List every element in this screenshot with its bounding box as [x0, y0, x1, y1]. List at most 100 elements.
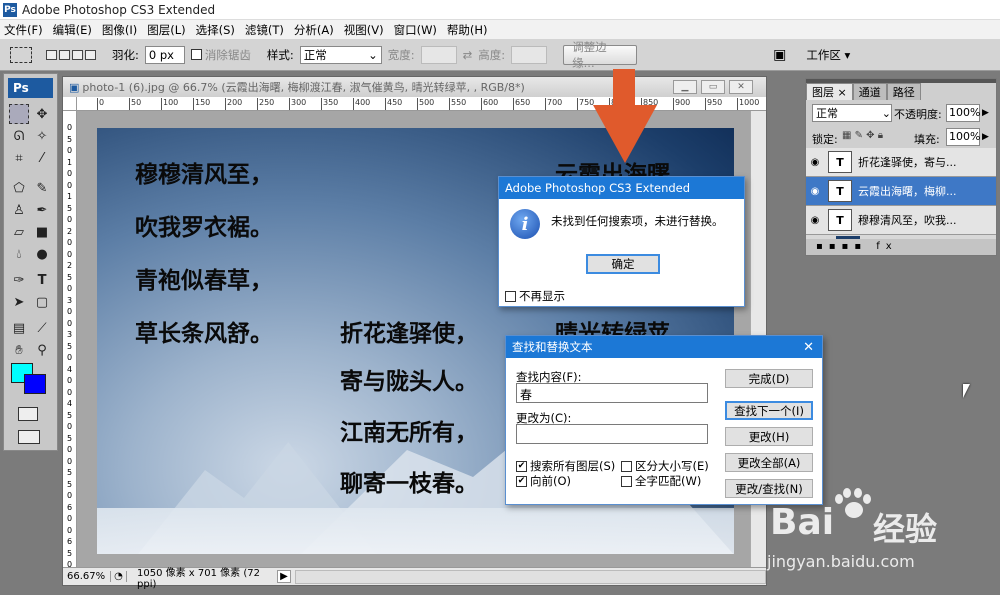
ruler-tick-label: 5: [67, 410, 73, 420]
done-button[interactable]: 完成(D): [725, 369, 813, 388]
match-case-checkbox[interactable]: 区分大小写(E): [621, 458, 709, 474]
opacity-input[interactable]: 100%: [946, 104, 980, 122]
dont-show-checkbox[interactable]: 不再显示: [505, 288, 565, 304]
dont-show-check: [505, 290, 516, 302]
find-next-button[interactable]: 查找下一个(I): [725, 401, 813, 420]
ruler-tick-label: 450: [385, 98, 402, 110]
change-button[interactable]: 更改(H): [725, 427, 813, 446]
find-input[interactable]: 春: [516, 383, 708, 403]
layer-row-selected[interactable]: ◉ T 云霞出海曙，梅柳...: [806, 177, 996, 206]
ruler-tick-label: 0: [67, 525, 73, 535]
info-icon: i: [510, 209, 540, 239]
layers-bottom-toolbar[interactable]: ▪▪▪▪ fx: [806, 239, 996, 255]
blend-mode-value: 正常: [816, 107, 838, 120]
forward-checkbox[interactable]: ✔ 向前(O): [516, 473, 571, 489]
magic-wand-icon[interactable]: ✧: [32, 126, 52, 146]
whole-word-checkbox[interactable]: 全字匹配(W): [621, 473, 701, 489]
ruler-tick-label: 200: [225, 98, 242, 110]
eye-icon[interactable]: ◉: [806, 186, 824, 197]
ruler-tick-label: 1: [67, 192, 73, 201]
ruler-tick-label: 6: [67, 502, 73, 512]
eraser-tool-icon[interactable]: ▱: [9, 222, 29, 242]
gradient-tool-icon[interactable]: ■: [32, 222, 52, 242]
screen-mode-icon[interactable]: [18, 430, 40, 444]
hand-tool-icon[interactable]: ✋︎: [9, 340, 29, 360]
selection-mode-icons[interactable]: [46, 49, 98, 60]
menu-image[interactable]: 图像(I): [102, 22, 137, 38]
quick-mask-icon[interactable]: [18, 407, 38, 421]
pen-tool-icon[interactable]: ✑: [9, 270, 29, 290]
blur-tool-icon[interactable]: 💧︎: [9, 244, 29, 264]
ok-button[interactable]: 确定: [586, 254, 660, 274]
slice-tool-icon[interactable]: ⁄: [32, 148, 52, 168]
shape-tool-icon[interactable]: ▢: [32, 292, 52, 312]
dodge-tool-icon[interactable]: ●: [32, 244, 52, 264]
tab-channels[interactable]: 通道: [852, 83, 887, 100]
status-arrow-icon[interactable]: ▶: [277, 570, 291, 583]
background-color-swatch[interactable]: [24, 374, 46, 394]
horizontal-scrollbar[interactable]: [295, 569, 766, 584]
lasso-tool-icon[interactable]: ᘏ: [9, 126, 29, 146]
marquee-preset-icon[interactable]: [10, 46, 32, 63]
menu-layer[interactable]: 图层(L): [147, 22, 185, 38]
replace-input[interactable]: [516, 424, 708, 444]
style-select[interactable]: 正常 ⌄: [299, 45, 382, 64]
eyedropper-tool-icon[interactable]: ⟋: [32, 318, 52, 338]
tab-paths[interactable]: 路径: [886, 83, 921, 100]
menu-file[interactable]: 文件(F): [4, 22, 43, 38]
tab-layers[interactable]: 图层 ×: [806, 83, 853, 100]
menu-analysis[interactable]: 分析(A): [294, 22, 334, 38]
layer-row[interactable]: ◉ T 穆穆清风至，吹我...: [806, 206, 996, 235]
clone-stamp-icon[interactable]: ♙: [9, 200, 29, 220]
marquee-tool-icon[interactable]: [9, 104, 29, 124]
fill-input[interactable]: 100%: [946, 128, 980, 146]
type-tool-icon[interactable]: T: [32, 270, 52, 290]
menu-help[interactable]: 帮助(H): [447, 22, 488, 38]
history-brush-icon[interactable]: ✒: [32, 200, 52, 220]
layer-row[interactable]: ◉ T 折花逢驿使，寄与...: [806, 148, 996, 177]
ruler-tick-label: 600: [481, 98, 498, 110]
menu-edit[interactable]: 编辑(E): [53, 22, 92, 38]
blend-mode-select[interactable]: 正常 ⌄: [812, 104, 892, 122]
notes-tool-icon[interactable]: ▤: [9, 318, 29, 338]
maximize-button[interactable]: ▭: [701, 80, 725, 94]
bridge-icon[interactable]: ▣: [773, 47, 786, 63]
fill-arrow-icon[interactable]: ▶: [982, 128, 994, 146]
workspace-menu[interactable]: 工作区 ▾: [806, 47, 850, 63]
feather-input[interactable]: 0 px: [144, 45, 185, 64]
ruler-tick-label: 0: [67, 249, 73, 259]
close-button[interactable]: ✕: [729, 80, 753, 94]
menu-filter[interactable]: 滤镜(T): [245, 22, 284, 38]
menu-window[interactable]: 窗口(W): [394, 22, 437, 38]
ruler-tick-label: 0: [67, 169, 73, 178]
lock-icons[interactable]: ▦ ✎ ✥ 🔒︎: [842, 130, 883, 141]
change-all-button[interactable]: 更改全部(A): [725, 453, 813, 472]
search-all-layers-checkbox[interactable]: ✔ 搜索所有图层(S): [516, 458, 615, 474]
find-replace-title: 查找和替换文本 ✕: [506, 336, 822, 358]
crop-tool-icon[interactable]: ⌗: [9, 148, 29, 168]
status-menu-icon[interactable]: ◔: [111, 571, 127, 582]
eye-icon[interactable]: ◉: [806, 215, 824, 226]
lock-label: 锁定:: [812, 133, 838, 146]
ruler-tick-label: 2: [67, 261, 73, 270]
horizontal-ruler: 0 50 100 150 200 250 300 350 400 450 500 550 600 650 7…: [77, 97, 766, 111]
style-label: 样式:: [266, 47, 294, 62]
brush-tool-icon[interactable]: ✎: [32, 178, 52, 198]
menu-select[interactable]: 选择(S): [196, 22, 235, 38]
path-selection-icon[interactable]: ➤: [9, 292, 29, 312]
zoom-tool-icon[interactable]: ⚲: [32, 340, 52, 360]
eye-icon[interactable]: ◉: [806, 157, 824, 168]
check-empty: [621, 460, 632, 472]
minimize-button[interactable]: ▁: [673, 80, 697, 94]
healing-brush-icon[interactable]: ⬠: [9, 178, 29, 198]
menu-view[interactable]: 视图(V): [344, 22, 384, 38]
zoom-level[interactable]: 66.67%: [63, 571, 111, 582]
opacity-arrow-icon[interactable]: ▶: [982, 104, 994, 122]
close-icon[interactable]: ✕: [803, 340, 814, 355]
move-tool-icon[interactable]: ✥: [32, 104, 52, 124]
text-layer-thumbnail-icon: T: [828, 209, 852, 231]
alert-dialog-title: Adobe Photoshop CS3 Extended: [499, 177, 744, 199]
antialias-checkbox[interactable]: 消除锯齿: [190, 47, 251, 63]
height-input: [511, 45, 548, 64]
whole-word-label: 全字匹配(W): [635, 474, 702, 488]
